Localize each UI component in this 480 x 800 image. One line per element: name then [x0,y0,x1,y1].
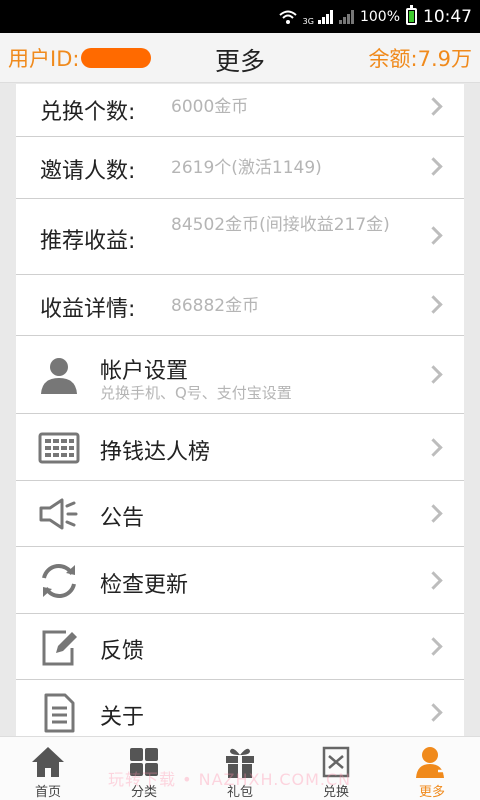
battery-percent: 100% [359,8,400,25]
gift-icon [226,748,254,778]
user-more-icon [416,747,450,778]
tab-label: 分类 [130,785,157,800]
stat-label: 推荐收益: [40,229,136,254]
chevron-right-icon [424,438,443,457]
chevron-right-icon [424,97,443,116]
menu-item-label: 公告 [100,506,145,531]
tab-label: 首页 [34,785,61,800]
tab-more[interactable]: 更多 [384,737,480,800]
stat-value: 6000金币 [171,97,249,117]
user-id-label: 用户ID: [8,47,80,71]
stat-row-income-details[interactable]: 收益详情: 86882金币 [16,275,464,336]
stat-value: 2619个(激活1149) [171,158,322,178]
feedback-edit-icon [42,630,77,666]
home-icon [32,747,64,777]
status-bar: 3G 100% 10:47 [0,0,480,33]
menu-item-label: 反馈 [100,639,145,664]
tab-label: 礼包 [226,785,253,800]
menu-item-feedback[interactable]: 反馈 [16,614,464,680]
chevron-right-icon [424,637,443,656]
menu-item-announcement[interactable]: 公告 [16,481,464,547]
chevron-right-icon [424,157,443,176]
stat-label: 收益详情: [40,297,136,322]
tab-gift[interactable]: 礼包 [192,737,288,800]
stat-value: 86882金币 [171,296,260,316]
network-type: 3G [302,17,314,26]
tab-home[interactable]: 首页 [0,737,96,800]
grid-icon [130,748,158,776]
user-id: 用户ID: [8,43,152,73]
menu-item-subtitle: 兑换手机、Q号、支付宝设置 [100,384,292,402]
balance-display: 余额:7.9万 [368,47,472,71]
menu-item-check-update[interactable]: 检查更新 [16,547,464,614]
document-icon [44,693,75,733]
person-icon [41,358,77,394]
menu-item-label: 挣钱达人榜 [100,440,211,465]
stat-label: 邀请人数: [40,159,136,184]
settings-list: 兑换个数: 6000金币 邀请人数: 2619个(激活1149) 推荐收益: 8… [16,84,464,736]
menu-item-earners-ranking[interactable]: 挣钱达人榜 [16,414,464,481]
stat-label: 兑换个数: [40,100,136,125]
tab-category[interactable]: 分类 [96,737,192,800]
chevron-right-icon [424,703,443,722]
battery-icon [406,5,417,25]
bottom-navigation: 首页 分类 礼包 兑换 更多 [0,736,480,800]
menu-item-about[interactable]: 关于 [16,680,464,736]
stat-value: 84502金币(间接收益217金) [171,215,390,235]
chevron-right-icon [424,571,443,590]
signal-icon [317,9,333,24]
signal-secondary-icon [338,9,354,24]
ranking-board-icon [38,432,80,464]
chevron-right-icon [424,295,443,314]
tab-label: 更多 [418,785,445,800]
stat-row-invite-count[interactable]: 邀请人数: 2619个(激活1149) [16,137,464,199]
megaphone-icon [39,498,78,530]
wifi-icon [279,10,297,24]
chevron-right-icon [424,365,443,384]
refresh-icon [42,563,76,599]
menu-item-account-settings[interactable]: 帐户设置 兑换手机、Q号、支付宝设置 [16,336,464,414]
tab-label: 兑换 [322,785,349,800]
menu-item-label: 关于 [100,705,145,730]
clock: 10:47 [423,6,472,27]
header-bar: 用户ID: 更多 余额:7.9万 [0,33,480,83]
tab-exchange[interactable]: 兑换 [288,737,384,800]
chevron-right-icon [424,226,443,245]
stat-row-exchange-count[interactable]: 兑换个数: 6000金币 [16,84,464,137]
stat-row-referral-income[interactable]: 推荐收益: 84502金币(间接收益217金) [16,199,464,275]
user-id-redaction [81,48,152,68]
menu-item-label: 帐户设置 [100,359,189,384]
exchange-icon [322,746,350,778]
chevron-right-icon [424,504,443,523]
menu-item-label: 检查更新 [100,573,189,598]
